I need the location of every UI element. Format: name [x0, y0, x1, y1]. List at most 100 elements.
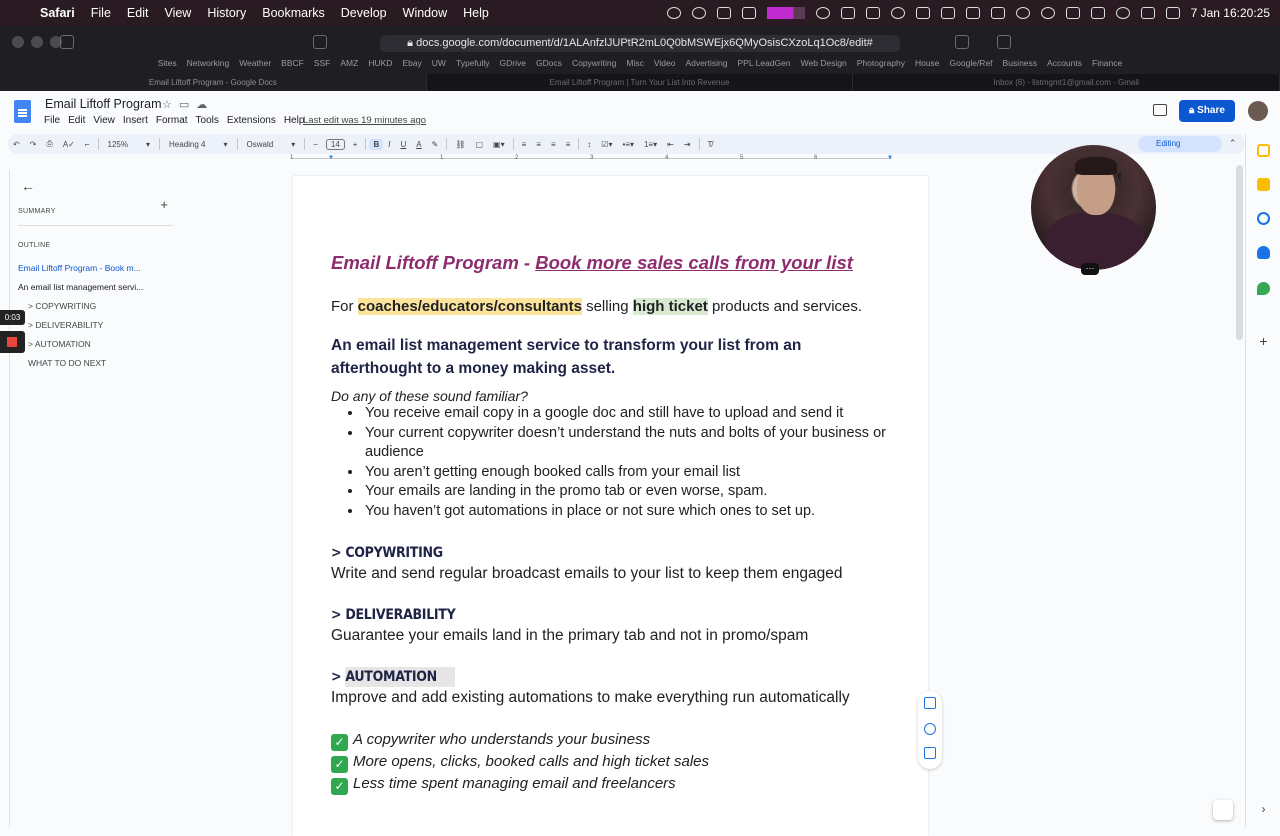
clock-icon[interactable] — [1040, 7, 1055, 19]
image-icon[interactable]: ▣▾ — [488, 140, 510, 149]
contacts-icon[interactable] — [1257, 246, 1270, 259]
share-icon[interactable] — [955, 35, 969, 49]
favorite-item[interactable]: UW — [432, 58, 446, 74]
highlight-icon[interactable]: ✎ — [427, 140, 444, 149]
section-heading-automation[interactable]: > AUTOMATION — [331, 667, 891, 687]
favorite-item[interactable]: HUKD — [368, 58, 392, 74]
avatar[interactable] — [1248, 101, 1268, 121]
address-bar[interactable]: 🔒︎ docs.google.com/document/d/1ALAnfzlJU… — [380, 35, 900, 52]
favorite-item[interactable]: Video — [654, 58, 676, 74]
paint-format-icon[interactable]: ⌐ — [80, 140, 95, 149]
section-text[interactable]: Write and send regular broadcast emails … — [331, 565, 891, 583]
section-text[interactable]: Guarantee your emails land in the primar… — [331, 627, 891, 645]
editing-mode-select[interactable]: Editing — [1138, 136, 1222, 152]
link-icon[interactable]: ⛓ — [450, 140, 470, 149]
italic-button[interactable]: I — [383, 140, 395, 149]
clock[interactable]: 7 Jan 16:20:25 — [1191, 6, 1270, 20]
indent-marker-icon[interactable]: ▼ — [328, 155, 334, 161]
increase-font-size-button[interactable]: + — [348, 140, 363, 149]
clear-formatting-icon[interactable]: T̸ — [703, 140, 718, 149]
favorite-item[interactable]: Misc — [626, 58, 643, 74]
tabs-overview-icon[interactable] — [997, 35, 1011, 49]
vertical-scrollbar[interactable] — [1236, 165, 1243, 340]
decrease-font-size-button[interactable]: − — [308, 140, 323, 149]
bold-button[interactable]: B — [369, 138, 384, 150]
calendar-icon[interactable] — [716, 7, 731, 19]
minimize-button[interactable] — [31, 36, 43, 48]
outline-item[interactable]: > DELIVERABILITY — [18, 320, 163, 330]
search-icon[interactable] — [1165, 7, 1180, 19]
outline-item[interactable]: WHAT TO DO NEXT — [18, 358, 163, 368]
favorite-item[interactable]: PPL LeadGen — [738, 58, 791, 74]
decrease-indent-icon[interactable]: ⇤ — [662, 140, 679, 149]
checklist-icon[interactable]: ☑▾ — [596, 140, 617, 149]
webcam-overlay[interactable] — [1031, 145, 1156, 270]
list-item[interactable]: Your current copywriter doesn’t understa… — [363, 424, 891, 463]
tasks-icon[interactable] — [1257, 212, 1270, 225]
benefit-item[interactable]: ✓ Less time spent managing email and free… — [331, 773, 891, 795]
menu-safari[interactable]: Safari — [32, 6, 83, 20]
question-text[interactable]: Do any of these sound familiar? — [331, 388, 891, 404]
print-icon[interactable]: ⎙ — [41, 139, 57, 149]
collapse-menus-icon[interactable]: ⌃ — [1229, 138, 1237, 149]
reload-icon[interactable] — [886, 35, 900, 49]
justify-icon[interactable]: ≡ — [561, 140, 576, 149]
tab-landing-page[interactable]: Email Liftoff Program | Turn Your List I… — [427, 74, 854, 91]
stop-recording-button[interactable] — [0, 331, 25, 353]
favorite-item[interactable]: SSF — [314, 58, 331, 74]
outline-item[interactable]: An email list management servi... — [18, 282, 163, 292]
sidebar-icon[interactable] — [60, 35, 74, 49]
list-item[interactable]: You aren’t getting enough booked calls f… — [363, 463, 891, 483]
wifi-icon[interactable] — [1090, 7, 1105, 19]
menu-edit[interactable]: Edit — [68, 115, 85, 126]
gear-icon[interactable] — [691, 7, 706, 19]
document-title[interactable]: Email Liftoff Program — [45, 97, 161, 111]
align-right-icon[interactable]: ≡ — [546, 140, 561, 149]
menu-view[interactable]: View — [156, 6, 199, 20]
underline-button[interactable]: U — [395, 140, 411, 149]
favorite-item[interactable]: Photography — [857, 58, 905, 74]
add-comment-icon[interactable]: ▢ — [470, 140, 488, 149]
app-icon[interactable] — [890, 7, 905, 19]
benefit-item[interactable]: ✓ A copywriter who understands your busin… — [331, 729, 891, 751]
section-text[interactable]: Improve and add existing automations to … — [331, 689, 891, 707]
right-indent-marker-icon[interactable]: ▼ — [887, 155, 893, 161]
subheading[interactable]: An email list management service to tran… — [331, 335, 891, 380]
style-select[interactable]: Heading 4 ▾ — [163, 140, 234, 149]
outline-item[interactable]: > COPYWRITING — [18, 301, 163, 311]
last-edit-link[interactable]: Last edit was 19 minutes ago — [303, 115, 426, 126]
app-icon[interactable] — [915, 7, 930, 19]
favorite-item[interactable]: House — [915, 58, 940, 74]
undo-icon[interactable]: ↶ — [8, 140, 25, 149]
app-icon[interactable] — [865, 7, 880, 19]
favorite-item[interactable]: Ebay — [402, 58, 421, 74]
outline-item[interactable]: Email Liftoff Program - Book m... — [18, 263, 163, 273]
menu-bookmarks[interactable]: Bookmarks — [254, 6, 333, 20]
section-heading-copywriting[interactable]: > COPYWRITING — [331, 545, 891, 561]
favorite-item[interactable]: GDrive — [500, 58, 526, 74]
redo-icon[interactable]: ↷ — [25, 140, 42, 149]
shield-icon[interactable] — [313, 35, 327, 49]
menu-insert[interactable]: Insert — [123, 115, 148, 126]
menu-help[interactable]: Help — [284, 115, 305, 126]
document-page[interactable]: Email Liftoff Program - Book more sales … — [293, 176, 928, 836]
user-icon[interactable] — [1115, 7, 1130, 19]
list-item[interactable]: You haven’t got automations in place or … — [363, 502, 891, 522]
text-color-button[interactable]: A — [411, 140, 426, 149]
menu-edit[interactable]: Edit — [119, 6, 157, 20]
timer-icon[interactable] — [815, 7, 830, 19]
chevron-right-icon[interactable]: › — [1257, 803, 1270, 817]
favorite-item[interactable]: Networking — [187, 58, 230, 74]
suggest-edits-icon[interactable] — [924, 747, 936, 759]
menu-history[interactable]: History — [199, 6, 254, 20]
calendar-icon[interactable] — [1257, 144, 1270, 157]
favorite-item[interactable]: Accounts — [1047, 58, 1082, 74]
share-button[interactable]: 🔒︎ Share — [1179, 100, 1235, 122]
folder-icon[interactable]: ▭ — [179, 98, 189, 111]
heading-link[interactable]: Book more sales calls from your list — [535, 252, 853, 273]
menu-file[interactable]: File — [83, 6, 119, 20]
document-heading[interactable]: Email Liftoff Program - Book more sales … — [331, 252, 891, 274]
menu-window[interactable]: Window — [395, 6, 455, 20]
bulleted-list-icon[interactable]: •≡▾ — [617, 140, 638, 149]
align-center-icon[interactable]: ≡ — [531, 140, 546, 149]
